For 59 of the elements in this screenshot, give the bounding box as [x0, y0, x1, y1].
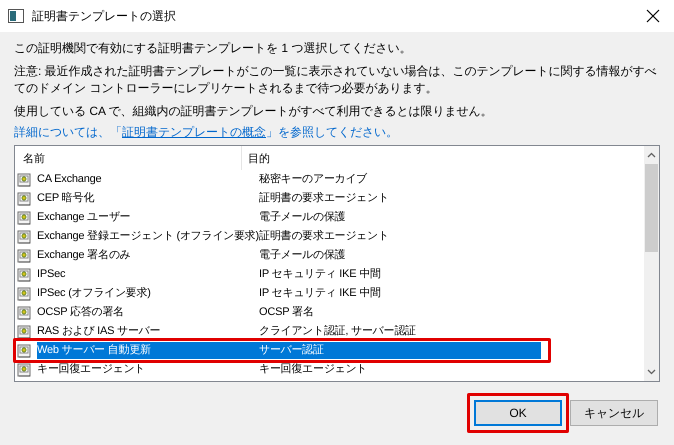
certificate-template-icon — [17, 344, 31, 358]
certificate-template-icon — [17, 324, 31, 338]
template-row[interactable]: CEP 暗号化 証明書の要求エージェント — [17, 189, 644, 208]
window-title: 証明書テンプレートの選択 — [32, 8, 177, 24]
scrollbar[interactable] — [644, 146, 659, 381]
template-row[interactable]: IPSec IP セキュリティ IKE 中間 — [17, 265, 644, 284]
certificate-template-icon — [17, 230, 31, 244]
more-info-text: 詳細については、「証明書テンプレートの概念」を参照してください。 — [14, 124, 399, 141]
template-purpose: IP セキュリティ IKE 中間 — [258, 267, 381, 282]
window-icon — [8, 9, 24, 23]
template-name: OCSP 応答の署名 — [36, 304, 126, 320]
template-purpose: 証明書の要求エージェント — [258, 191, 389, 206]
template-row[interactable]: CA Exchange 秘密キーのアーカイブ — [17, 170, 644, 189]
template-row[interactable]: IPSec (オフライン要求) IP セキュリティ IKE 中間 — [17, 284, 644, 303]
template-name: CA Exchange — [36, 172, 102, 187]
template-name: Exchange 署名のみ — [36, 248, 132, 263]
certificate-template-icon — [17, 362, 31, 376]
certificate-template-icon — [17, 172, 31, 186]
template-purpose: クライアント認証, サーバー認証 — [258, 324, 416, 339]
note-text: 注意: 最近作成された証明書テンプレートがこの一覧に表示されていない場合は、このテンプレートに関する情報がすべてのドメイン コントローラーにレプリケートされるまで待つ必要があります。 — [14, 63, 658, 97]
certificate-template-icon — [17, 268, 31, 282]
certificate-template-icon — [17, 248, 31, 262]
template-purpose: サーバー認証 — [258, 343, 324, 358]
certificate-template-icon — [17, 306, 31, 320]
template-name: Exchange 登録エージェント (オフライン要求) — [36, 229, 259, 244]
template-name: CEP 暗号化 — [36, 190, 96, 206]
template-purpose: IP セキュリティ IKE 中間 — [258, 286, 381, 301]
template-purpose: 電子メールの保護 — [258, 210, 346, 225]
template-row[interactable]: Exchange ユーザー 電子メールの保護 — [17, 208, 644, 227]
template-row[interactable]: Exchange 登録エージェント (オフライン要求)証明書の要求エージェント — [17, 227, 644, 246]
template-row[interactable]: OCSP 応答の署名 OCSP 署名 — [17, 303, 644, 322]
scroll-down-icon[interactable] — [647, 369, 656, 375]
template-purpose: 電子メールの保護 — [258, 248, 346, 263]
template-name: キー回復エージェント — [36, 362, 146, 377]
template-name: RAS および IAS サーバー — [36, 324, 162, 339]
concept-link[interactable]: 証明書テンプレートの概念 — [122, 125, 266, 139]
instruction-text: この証明機関で有効にする証明書テンプレートを 1 つ選択してください。 — [14, 40, 412, 57]
scroll-thumb[interactable] — [645, 164, 658, 252]
template-name: IPSec — [36, 267, 66, 282]
template-purpose: 証明書の要求エージェント — [258, 229, 389, 244]
cancel-button[interactable]: キャンセル — [570, 400, 658, 426]
close-icon[interactable] — [646, 9, 660, 23]
template-purpose: 秘密キーのアーカイブ — [258, 172, 368, 187]
template-name: Exchange ユーザー — [36, 210, 132, 225]
scroll-up-icon[interactable] — [647, 152, 656, 158]
template-row[interactable]: キー回復エージェント キー回復エージェント — [17, 360, 644, 379]
certificate-template-icon — [17, 192, 31, 206]
template-row[interactable]: Exchange 署名のみ 電子メールの保護 — [17, 246, 644, 265]
certificate-template-icon — [17, 286, 31, 300]
template-row[interactable]: RAS および IAS サーバー クライアント認証, サーバー認証 — [17, 322, 644, 341]
template-purpose: キー回復エージェント — [258, 362, 368, 377]
certificate-template-icon — [17, 210, 31, 224]
ok-button[interactable]: OK — [474, 400, 562, 426]
template-purpose: OCSP 署名 — [258, 305, 314, 320]
template-name: IPSec (オフライン要求) — [36, 286, 152, 301]
column-header[interactable]: 目的 — [242, 150, 270, 166]
availability-text: 使用している CA で、組織内の証明書テンプレートがすべて利用できるとは限りません。 — [14, 103, 494, 120]
template-name: Web サーバー 自動更新 — [36, 342, 152, 358]
column-header[interactable]: 名前 — [17, 150, 45, 166]
